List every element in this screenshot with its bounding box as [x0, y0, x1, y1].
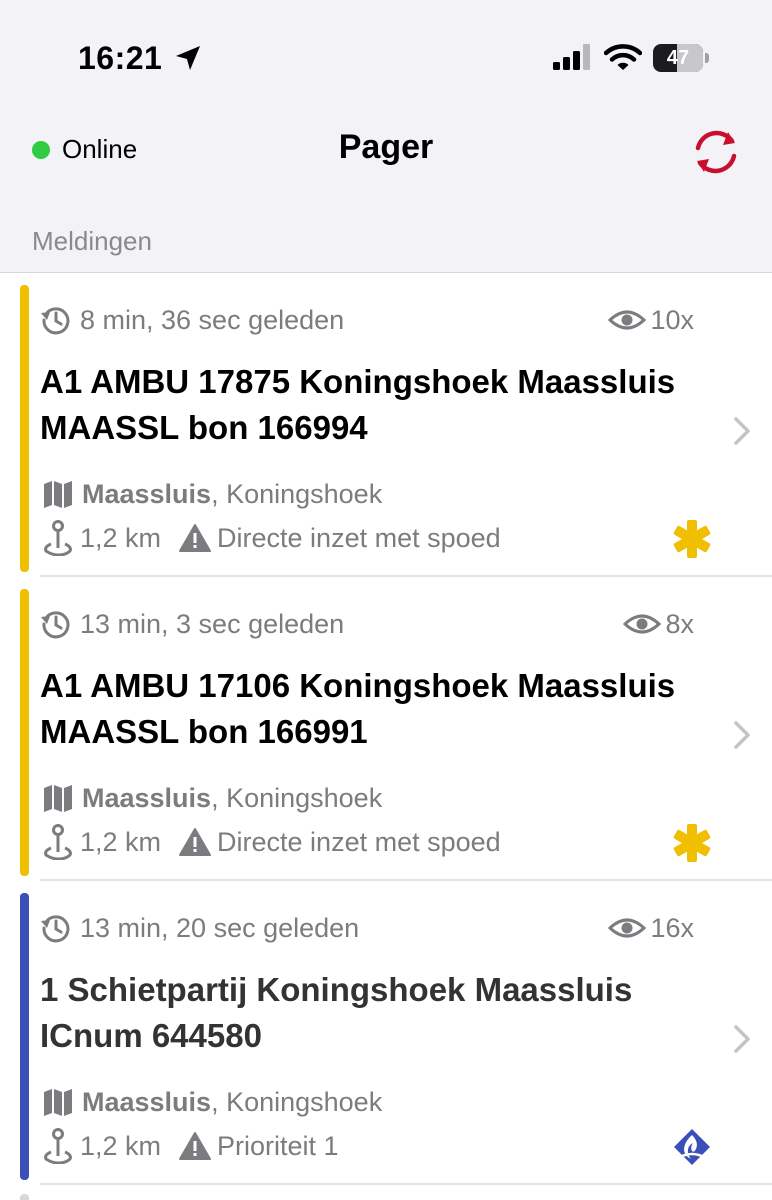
page-title: Pager [338, 128, 434, 166]
priority-color-bar [20, 893, 29, 1180]
battery-percentage: 47 [666, 47, 690, 69]
map-pin-distance-icon [44, 824, 72, 860]
distance-label: 1,2 km [80, 522, 162, 553]
location-line: Maassluis , Koningshoek [42, 1085, 382, 1119]
notification-title: A1 AMBU 17106 Koningshoek Maassluis MAAS… [40, 667, 676, 750]
info-line: 1,2 km Directe inzet met spoed [42, 823, 501, 861]
area-label: , Koningshoek [211, 1086, 383, 1117]
city-label: Maassluis [82, 1086, 212, 1117]
history-clock-icon [41, 611, 70, 639]
section-header: Meldingen [32, 226, 152, 256]
notification-title: A1 AMBU 17875 Koningshoek Maassluis MAAS… [40, 363, 676, 446]
area-label: , Koningshoek [211, 782, 383, 813]
info-line: 1,2 km Prioriteit 1 [42, 1127, 339, 1165]
map-icon [44, 481, 72, 508]
time-ago-label: 13 min, 20 sec geleden [80, 912, 360, 943]
ambulance-star-of-life-icon [673, 824, 711, 862]
location-line: Maassluis , Koningshoek [42, 781, 382, 815]
row-separator [40, 1183, 772, 1185]
priority-color-bar [20, 589, 29, 876]
eye-icon [623, 614, 662, 634]
view-count: 8x [623, 607, 694, 641]
view-count-label: 8x [665, 608, 694, 639]
time-ago: 13 min, 20 sec geleden [40, 911, 359, 945]
chevron-right-icon [734, 721, 750, 749]
time-ago-label: 13 min, 3 sec geleden [80, 608, 345, 639]
priority-label: Directe inzet met spoed [217, 522, 501, 553]
location-line: Maassluis , Koningshoek [42, 477, 382, 511]
priority-label: Directe inzet met spoed [217, 826, 501, 857]
top-area: 16:21 47 Online Pager Meldingen [0, 0, 772, 273]
police-flame-icon [674, 1129, 710, 1165]
view-count: 16x [608, 911, 694, 945]
time-ago: 8 min, 36 sec geleden [40, 303, 344, 337]
status-bar: 16:21 47 [0, 0, 772, 110]
distance-label: 1,2 km [80, 826, 162, 857]
battery-indicator: 47 [653, 44, 709, 72]
notification-row[interactable]: 8 min, 36 sec geleden 10x A1 AMBU 17875 … [0, 273, 772, 577]
time-ago: 13 min, 3 sec geleden [40, 607, 344, 641]
priority-label: Prioriteit 1 [217, 1130, 339, 1161]
battery-tip [705, 53, 709, 63]
notification-row[interactable]: 13 min, 3 sec geleden 8x A1 AMBU 17106 K… [0, 577, 772, 881]
chevron-right-icon [734, 1025, 750, 1053]
city-label: Maassluis [82, 478, 212, 509]
refresh-button[interactable] [690, 126, 742, 178]
ambulance-star-of-life-icon [673, 520, 711, 558]
chevron-right-icon [734, 417, 750, 445]
notification-title: 1 Schietpartij Koningshoek Maassluis ICn… [40, 971, 633, 1054]
view-count: 10x [608, 303, 694, 337]
history-clock-icon [41, 307, 70, 335]
eye-icon [608, 918, 647, 938]
view-count-label: 10x [650, 304, 694, 335]
history-clock-icon [41, 915, 70, 943]
cellular-signal-icon [553, 44, 590, 70]
map-pin-distance-icon [44, 1128, 72, 1164]
info-line: 1,2 km Directe inzet met spoed [42, 519, 501, 557]
wifi-icon [604, 44, 642, 70]
time-ago-label: 8 min, 36 sec geleden [80, 304, 345, 335]
warning-triangle-icon [179, 1132, 212, 1160]
eye-icon [608, 310, 647, 330]
warning-triangle-icon [179, 524, 212, 552]
area-label: , Koningshoek [211, 478, 383, 509]
priority-color-bar [20, 285, 29, 572]
navigation-bar: Online Pager [0, 110, 772, 190]
location-arrow-icon [176, 46, 200, 70]
map-icon [44, 1089, 72, 1116]
city-label: Maassluis [82, 782, 212, 813]
status-time: 16:21 [78, 40, 163, 76]
next-row-peek-bar [20, 1194, 29, 1200]
distance-label: 1,2 km [80, 1130, 162, 1161]
notification-row[interactable]: 13 min, 20 sec geleden 16x 1 Schietparti… [0, 881, 772, 1185]
warning-triangle-icon [179, 828, 212, 856]
map-pin-distance-icon [44, 520, 72, 556]
map-icon [44, 785, 72, 812]
view-count-label: 16x [650, 912, 694, 943]
